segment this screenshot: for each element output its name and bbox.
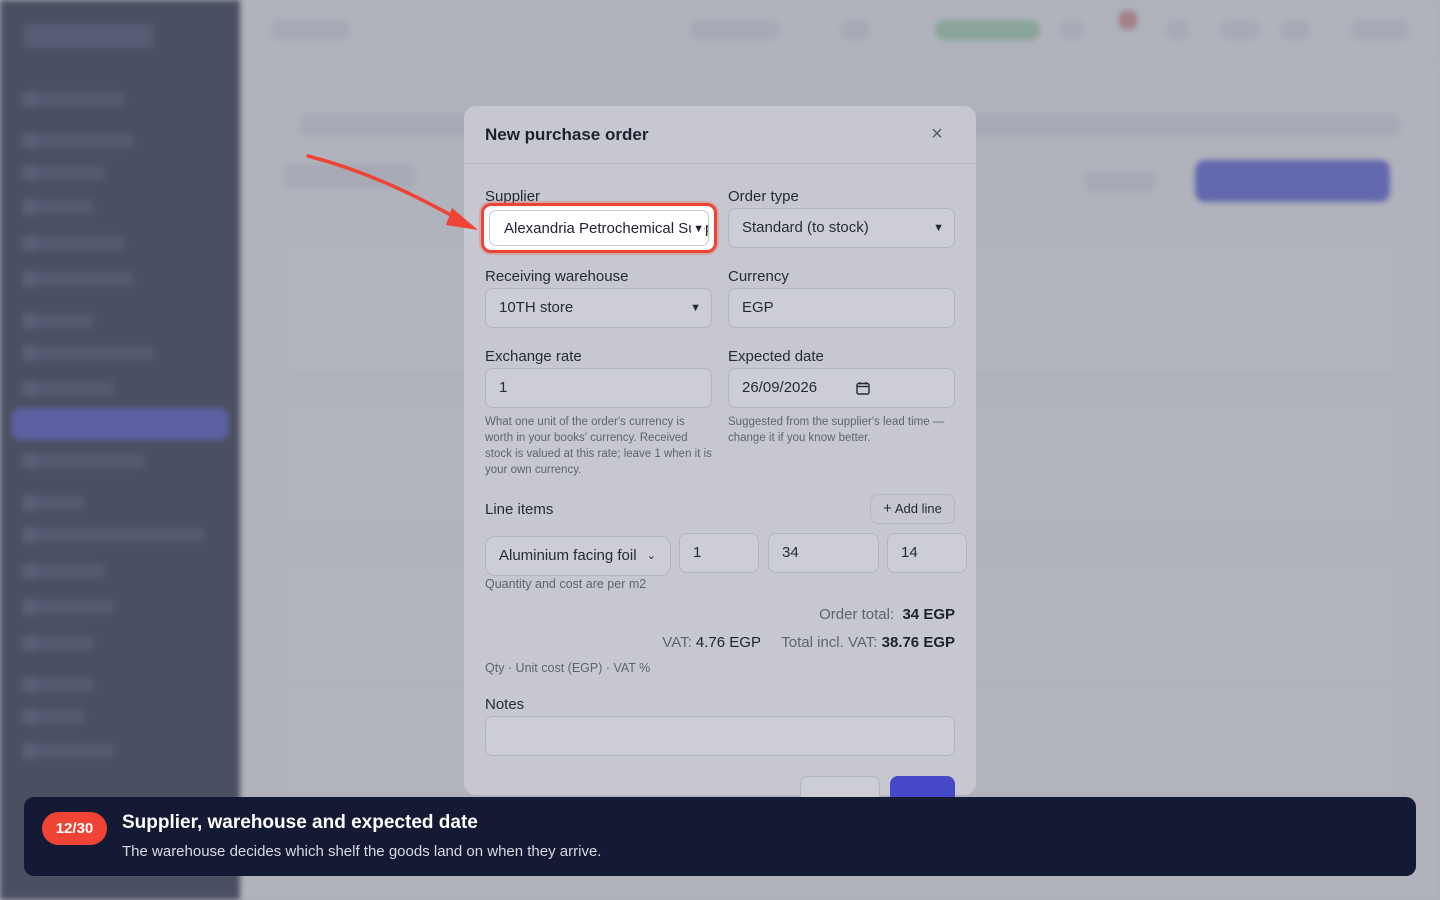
unit-cost-value: 34 xyxy=(782,544,799,561)
order-type-value: Standard (to stock) xyxy=(742,219,869,236)
tour-description: The warehouse decides which shelf the go… xyxy=(122,843,602,860)
unit-note: Quantity and cost are per m2 xyxy=(485,577,647,591)
modal-header: New purchase order × xyxy=(464,106,976,164)
tour-title: Supplier, warehouse and expected date xyxy=(122,812,478,833)
expected-date-input[interactable]: 26/09/2026 xyxy=(728,368,955,408)
supplier-select[interactable]: Alexandria Petrochemical Supplies ▼ xyxy=(489,210,709,246)
order-total-row: Order total: 34 EGP xyxy=(819,606,955,623)
warehouse-select[interactable]: 10TH store ▼ xyxy=(485,288,712,328)
calendar-icon[interactable] xyxy=(856,381,870,395)
modal-title: New purchase order xyxy=(485,125,649,144)
close-icon[interactable]: × xyxy=(926,124,948,146)
add-line-label: Add line xyxy=(894,501,942,516)
quantity-value: 1 xyxy=(693,544,702,561)
vat-input[interactable]: 14 xyxy=(887,533,967,573)
chevron-down-icon: ▼ xyxy=(690,302,701,314)
product-value: Aluminium facing foil xyxy=(499,547,637,564)
exchange-rate-help: What one unit of the order's currency is… xyxy=(485,416,712,476)
supplier-select-value: Alexandria Petrochemical Supplies xyxy=(504,220,708,237)
product-select[interactable]: Aluminium facing foil ⌄ xyxy=(485,536,671,576)
vat-value: 14 xyxy=(901,544,918,561)
order-type-select[interactable]: Standard (to stock) ▼ xyxy=(728,208,955,248)
quantity-input[interactable]: 1 xyxy=(679,533,759,573)
unit-cost-input[interactable]: 34 xyxy=(768,533,879,573)
tour-banner: 12/30 Supplier, warehouse and expected d… xyxy=(24,797,1416,876)
chevron-down-icon: ⌄ xyxy=(646,550,656,562)
vat-label: VAT: xyxy=(662,634,692,651)
total-incl-vat-value: 38.76 EGP xyxy=(881,634,955,651)
add-line-button[interactable]: + Add line xyxy=(870,494,955,524)
line-items-label: Line items xyxy=(485,501,554,518)
tour-pointer-arrow xyxy=(306,154,478,230)
columns-note: Qty · Unit cost (EGP) · VAT % xyxy=(485,661,651,675)
expected-date-help: Suggested from the supplier's lead time … xyxy=(728,416,945,444)
chevron-down-icon: ▼ xyxy=(691,211,704,245)
plus-icon: + xyxy=(883,500,892,517)
warehouse-label: Receiving warehouse xyxy=(485,268,629,285)
currency-label: Currency xyxy=(728,268,789,285)
order-total-label: Order total: xyxy=(819,606,895,623)
vat-totals-row: VAT: 4.76 EGP Total incl. VAT: 38.76 EGP xyxy=(662,634,955,651)
total-incl-vat-label: Total incl. VAT: xyxy=(781,634,878,651)
exchange-rate-label: Exchange rate xyxy=(485,348,582,365)
notes-label: Notes xyxy=(485,696,525,713)
order-total-value: 34 EGP xyxy=(902,606,955,623)
order-type-label: Order type xyxy=(728,188,799,205)
currency-field[interactable]: EGP xyxy=(728,288,955,328)
exchange-rate-input[interactable]: 1 xyxy=(485,368,712,408)
expected-date-label: Expected date xyxy=(728,348,824,365)
vat-total-value: 4.76 EGP xyxy=(695,634,761,651)
tour-step-badge: 12/30 xyxy=(42,812,107,845)
chevron-down-icon: ▼ xyxy=(933,222,944,234)
warehouse-value: 10TH store xyxy=(499,299,574,316)
notes-input[interactable] xyxy=(485,716,955,756)
expected-date-value: 26/09/2026 xyxy=(742,379,818,396)
exchange-rate-value: 1 xyxy=(499,379,508,396)
supplier-highlight: Alexandria Petrochemical Supplies ▼ xyxy=(481,203,717,253)
currency-value: EGP xyxy=(742,299,774,316)
